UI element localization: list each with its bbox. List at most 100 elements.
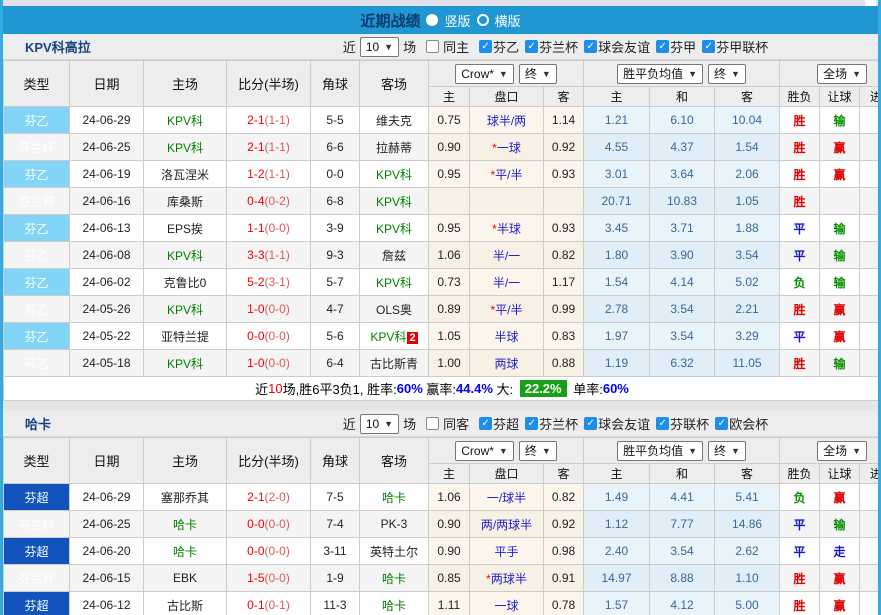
match-date: 24-06-12 [70,592,144,615]
handicap-home-odds: 0.75 [429,107,470,134]
league-label[interactable]: 球会友谊 [598,37,650,56]
match-row: 芬超24-06-29塞那乔其2-1(2-0)7-5哈卡1.06一/球半0.821… [4,484,881,511]
avg-odds-select[interactable]: 胜平负均值▼ [617,441,703,461]
kpv-summary-row: 近10场,胜6平3负1, 胜率:60% 赢率:44.4% 大: 22.2% 单率… [3,377,881,401]
league-label[interactable]: 芬乙 [493,37,519,56]
score-cell: 0-0(0-0) [227,538,311,565]
match-count-select[interactable]: 10▼ [360,414,399,434]
handicap-final-select[interactable]: 终▼ [519,441,557,461]
match-row: 芬乙24-06-19洛瓦涅米1-2(1-1)0-0KPV科0.95*平/半0.9… [4,161,881,188]
team-link: KPV科 [376,168,412,182]
recent-label: 近 [343,414,356,433]
same-home-checkbox[interactable] [426,40,439,53]
wdl-result: 胜 [780,134,820,161]
away-team-cell: 哈卡 [360,592,429,615]
league-checkbox[interactable]: ✓ [656,417,669,430]
odds-company-select[interactable]: Crow*▼ [455,441,514,461]
avg-home-odds: 1.19 [584,350,650,377]
horizontal-layout-radio[interactable] [477,14,489,26]
handicap-final-select[interactable]: 终▼ [519,64,557,84]
league-checkbox[interactable]: ✓ [584,417,597,430]
league-label[interactable]: 芬甲联杯 [716,37,768,56]
team-link: 古比斯 [167,599,203,613]
wdl-result: 胜 [780,592,820,615]
league-label[interactable]: 球会友谊 [598,414,650,433]
scroll-corner [865,0,876,6]
vertical-layout-radio[interactable] [426,14,438,26]
match-date: 24-05-26 [70,296,144,323]
col-away-header: 客场 [360,61,429,107]
handicap-away-odds: 0.82 [544,242,584,269]
league-label[interactable]: 欧会杯 [729,414,768,433]
handicap-away-odds: 0.92 [544,134,584,161]
team-name: KPV科高拉 [3,37,233,56]
league-checkbox[interactable]: ✓ [479,417,492,430]
summary-text: 60% [397,381,423,396]
team-link: OLS奥 [376,303,412,317]
fullmatch-select[interactable]: 全场▼ [817,441,867,461]
away-team-cell: 詹兹 [360,242,429,269]
match-count-select[interactable]: 10▼ [360,37,399,57]
handicap-away-odds: 0.91 [544,565,584,592]
league-label[interactable]: 芬兰杯 [539,414,578,433]
wdl-result: 平 [780,538,820,565]
col-type-header: 类型 [4,438,70,484]
team-link: 拉赫蒂 [376,141,412,155]
avg-final-select[interactable]: 终▼ [708,441,746,461]
handicap-home-odds: 0.90 [429,538,470,565]
col-corner-header: 角球 [311,61,360,107]
summary-text: 场,胜6平3负1, 胜率: [283,379,397,398]
avg-away-odds: 2.21 [715,296,780,323]
league-checkbox[interactable]: ✓ [479,40,492,53]
league-type-badge: 芬超 [4,592,70,615]
league-checkbox[interactable]: ✓ [702,40,715,53]
home-team-cell: KPV科 [144,242,227,269]
league-label[interactable]: 芬联杯 [670,414,709,433]
col-home-header: 主场 [144,438,227,484]
avg-away-odds: 2.06 [715,161,780,188]
col-avg-home: 主 [584,464,650,484]
same-away-checkbox[interactable] [426,417,439,430]
match-row: 芬兰杯24-06-16库桑斯0-4(0-2)6-8KPV科20.7110.831… [4,188,881,215]
handicap-line: *平/半 [470,161,544,188]
same-away-label[interactable]: 同客 [443,414,469,433]
corner-cell: 4-7 [311,296,360,323]
col-handicap-away: 客 [544,87,584,107]
league-checkbox[interactable]: ✓ [715,417,728,430]
match-date: 24-06-29 [70,107,144,134]
league-label[interactable]: 芬兰杯 [539,37,578,56]
corner-cell: 3-11 [311,538,360,565]
league-type-badge: 芬超 [4,538,70,565]
filter-bar: 近 10▼ 场 同主 ✓芬乙✓芬兰杯✓球会友谊✓芬甲✓芬甲联杯 [233,37,878,57]
same-home-label[interactable]: 同主 [443,37,469,56]
home-team-cell: 洛瓦涅米 [144,161,227,188]
team-link: KPV科 [376,222,412,236]
league-checkbox[interactable]: ✓ [584,40,597,53]
match-row: 芬兰杯24-06-25KPV科2-1(1-1)6-6拉赫蒂0.90*一球0.92… [4,134,881,161]
summary-text: 44.4% [456,381,493,396]
handicap-away-odds: 0.82 [544,484,584,511]
team-link: 库桑斯 [167,195,203,209]
league-checkbox[interactable]: ✓ [656,40,669,53]
col-date-header: 日期 [70,438,144,484]
team-link: KPV科 [167,141,203,155]
corner-cell: 5-6 [311,323,360,350]
goal-result [860,323,881,350]
league-checkbox[interactable]: ✓ [525,417,538,430]
league-label[interactable]: 芬超 [493,414,519,433]
team-link: 詹兹 [382,249,406,263]
avg-odds-select[interactable]: 胜平负均值▼ [617,64,703,84]
odds-company-select[interactable]: Crow*▼ [455,64,514,84]
league-checkbox[interactable]: ✓ [525,40,538,53]
avg-away-odds: 11.05 [715,350,780,377]
league-label[interactable]: 芬甲 [670,37,696,56]
vertical-layout-label[interactable]: 竖版 [444,11,470,30]
summary-text: 单率: [570,379,603,398]
home-team-cell: KPV科 [144,296,227,323]
handicap-home-odds: 0.89 [429,296,470,323]
top-strip [3,0,878,6]
handicap-line: 球半/两 [470,107,544,134]
fullmatch-select[interactable]: 全场▼ [817,64,867,84]
avg-final-select[interactable]: 终▼ [708,64,746,84]
horizontal-layout-label[interactable]: 横版 [495,11,521,30]
